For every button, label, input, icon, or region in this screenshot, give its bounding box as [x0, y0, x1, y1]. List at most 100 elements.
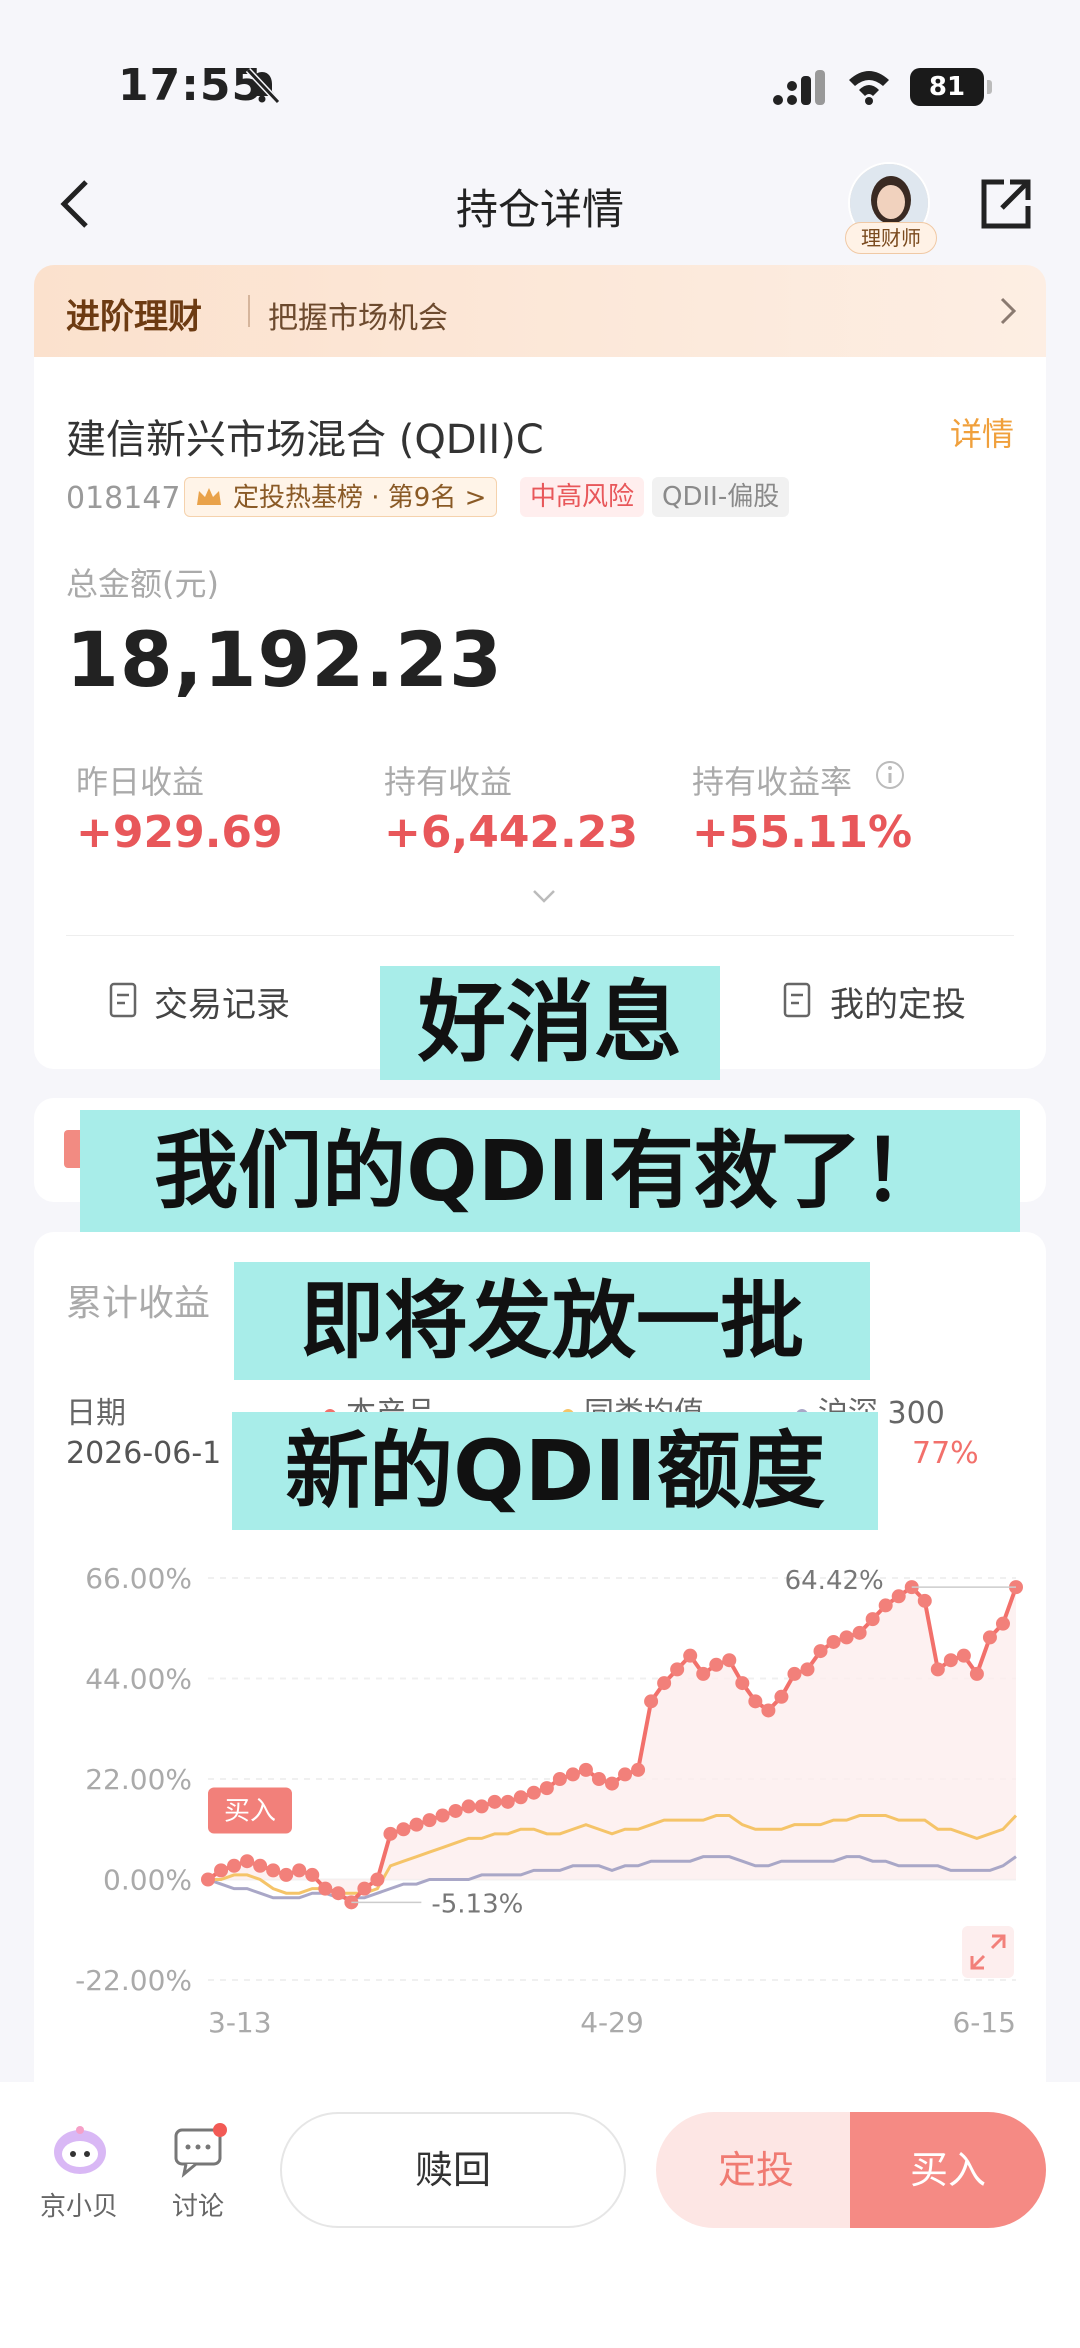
product-point	[982, 1630, 997, 1645]
discussion-label[interactable]: 讨论	[172, 2186, 224, 2223]
divider	[66, 935, 1014, 936]
product-point	[513, 1790, 528, 1805]
product-point	[487, 1794, 502, 1809]
ranking-tag-label: 定投热基榜 · 第9名 >	[233, 483, 487, 513]
crown-icon	[197, 488, 221, 505]
total-amount: 18,192.23	[66, 615, 503, 704]
product-point	[409, 1817, 424, 1832]
product-point	[500, 1794, 515, 1809]
product-point	[995, 1616, 1010, 1631]
x-tick-label: 3-13	[208, 2006, 272, 2039]
product-point	[735, 1676, 750, 1691]
chevron-down-icon[interactable]	[530, 887, 558, 907]
product-point	[813, 1644, 828, 1659]
product-point	[683, 1648, 698, 1663]
product-point	[852, 1625, 867, 1640]
product-point	[201, 1872, 215, 1887]
document-icon	[783, 982, 811, 1018]
product-area	[208, 1587, 1016, 1903]
product-point	[644, 1694, 659, 1709]
product-point	[696, 1666, 711, 1681]
banner-subtitle: 把握市场机会	[268, 301, 448, 336]
yesterday-profit-label: 昨日收益	[76, 763, 205, 801]
product-point	[930, 1662, 945, 1677]
advisor-badge[interactable]: 理财师	[845, 222, 937, 254]
product-point	[618, 1767, 633, 1782]
bottom-action-bar: 京小贝 讨论 赎回 定投 买入	[0, 2082, 1080, 2348]
cellular-signal-icon	[773, 70, 825, 105]
product-point	[240, 1854, 255, 1869]
holding-profit-value: +6,442.23	[384, 807, 638, 858]
fund-detail-link[interactable]: 详情	[950, 409, 1014, 455]
product-point	[865, 1612, 880, 1627]
assistant-label[interactable]: 京小贝	[40, 2186, 118, 2223]
product-point	[578, 1762, 593, 1777]
yesterday-profit-value: +929.69	[76, 807, 283, 858]
caption-issue-batch: 即将发放一批	[234, 1262, 870, 1380]
share-icon[interactable]	[978, 176, 1034, 232]
product-point	[748, 1694, 763, 1709]
holding-card: 建信新兴市场混合 (QDII)C 详情 018147 定投热基榜 · 第9名 >…	[34, 357, 1046, 1069]
min-annotation: -5.13%	[431, 1889, 523, 1919]
product-point	[526, 1785, 541, 1800]
holding-rate-label: 持有收益率	[692, 763, 853, 801]
product-point	[461, 1799, 476, 1814]
caption-good-news: 好消息	[380, 966, 720, 1080]
document-icon	[109, 982, 137, 1018]
product-point	[839, 1630, 854, 1645]
max-annotation: 64.42%	[785, 1566, 884, 1596]
product-point	[787, 1666, 802, 1681]
product-point	[357, 1881, 372, 1896]
product-point	[943, 1653, 958, 1668]
holding-rate-value: +55.11%	[692, 807, 913, 858]
product-point	[761, 1703, 776, 1718]
fullscreen-icon[interactable]	[962, 1926, 1014, 1978]
trade-records-button[interactable]: 交易记录	[154, 977, 290, 1026]
chevron-right-icon	[1000, 297, 1017, 325]
product-point	[448, 1803, 463, 1818]
x-tick-label: 4-29	[580, 2006, 644, 2039]
fund-name: 建信新兴市场混合 (QDII)C	[66, 417, 544, 463]
product-point	[214, 1863, 229, 1878]
product-point	[253, 1858, 268, 1873]
y-tick-label: 44.00%	[85, 1663, 192, 1696]
product-point	[891, 1589, 906, 1604]
chat-bubble-icon[interactable]	[170, 2122, 230, 2178]
product-point	[422, 1813, 437, 1828]
product-point	[826, 1634, 841, 1649]
ranking-tag[interactable]: 定投热基榜 · 第9名 >	[184, 477, 498, 517]
buy-button[interactable]: 买入	[850, 2112, 1046, 2228]
sip-button[interactable]: 定投	[656, 2112, 856, 2228]
product-point	[292, 1863, 307, 1878]
product-point	[227, 1858, 242, 1873]
product-point	[657, 1676, 672, 1691]
product-point	[591, 1772, 606, 1786]
product-point	[565, 1767, 580, 1782]
product-point	[474, 1799, 489, 1814]
caption-qdii-saved: 我们的QDII有救了！	[80, 1110, 1020, 1232]
product-point	[552, 1772, 567, 1786]
product-point	[709, 1657, 724, 1672]
bell-muted-icon	[245, 67, 281, 105]
advanced-finance-banner[interactable]: 进阶理财 把握市场机会	[34, 265, 1046, 357]
redeem-button[interactable]: 赎回	[280, 2112, 626, 2228]
product-point	[969, 1666, 984, 1681]
y-tick-label: 66.00%	[85, 1562, 192, 1595]
product-point	[631, 1762, 646, 1777]
product-point	[539, 1781, 554, 1796]
product-point	[722, 1653, 737, 1668]
product-point	[279, 1867, 294, 1882]
my-sip-button[interactable]: 我的定投	[830, 977, 966, 1026]
assistant-mascot-icon[interactable]	[50, 2122, 110, 2178]
buy-marker-label: 买入	[224, 1797, 276, 1827]
info-icon[interactable]	[874, 759, 906, 791]
battery-indicator: 81	[910, 68, 992, 106]
y-tick-label: 22.00%	[85, 1763, 192, 1796]
product-point	[435, 1808, 450, 1823]
product-point	[266, 1863, 281, 1878]
category-tag: QDII-偏股	[652, 477, 790, 517]
x-tick-label: 6-15	[952, 2006, 1016, 2039]
product-point	[878, 1598, 893, 1613]
y-tick-label: -22.00%	[75, 1964, 192, 1997]
status-bar: 17:55 81	[0, 0, 1080, 150]
